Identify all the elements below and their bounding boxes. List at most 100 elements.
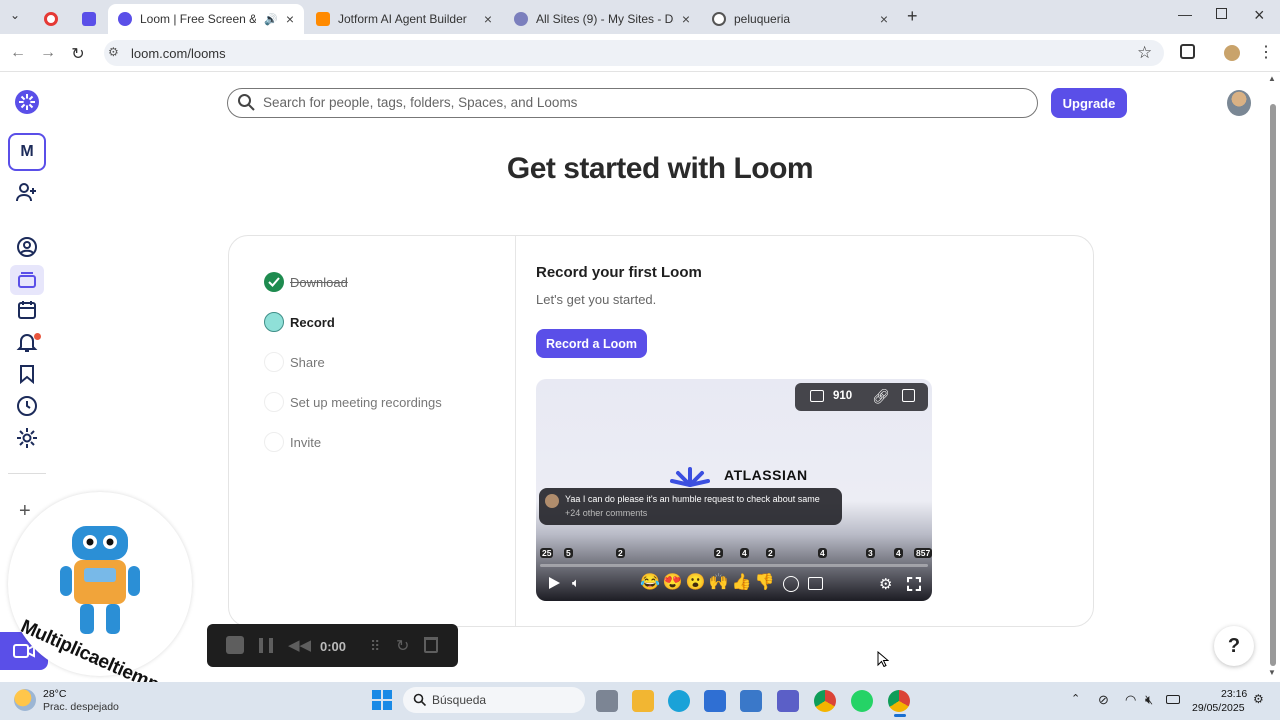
add-reaction-icon[interactable] [783,576,799,592]
network-status-icon[interactable]: ⊘ [1098,692,1109,708]
notifications-icon[interactable]: ⚙ [1253,692,1264,706]
reaction-timeline[interactable]: 25 5 2 2 4 2 4 3 4 857 [536,546,932,564]
tab-pinned-2[interactable] [72,4,106,34]
new-tab-icon[interactable]: + [907,6,918,27]
minimize-window-icon[interactable]: — [1178,6,1192,22]
windows-start-icon[interactable] [372,690,392,710]
address-bar[interactable] [104,40,1164,66]
close-tab-icon[interactable]: × [484,11,492,27]
browser-menu-icon[interactable]: ⋮ [1258,42,1274,62]
loom-logo-icon[interactable] [14,89,40,115]
delete-icon[interactable] [424,637,438,653]
reaction-count[interactable]: 5 [564,548,573,558]
emoji-reaction-button[interactable]: 😍 [663,572,683,592]
emoji-reaction-button[interactable]: 🙌 [709,572,729,592]
scroll-down-icon[interactable]: ▼ [1268,668,1276,677]
grid-icon[interactable]: ⠿ [370,638,380,655]
volume-muted-icon[interactable]: 🔇︎ [1145,692,1153,708]
user-profile-icon[interactable] [14,234,40,260]
comment-icon[interactable] [808,577,823,590]
taskbar-search-input[interactable]: Búsqueda [432,693,486,707]
task-view-icon[interactable] [596,690,618,712]
calendar-icon[interactable] [14,297,40,323]
emoji-reaction-button[interactable]: 😮 [686,572,706,592]
bookmark-star-icon[interactable]: ☆ [1137,43,1152,63]
play-icon[interactable] [547,576,561,595]
reaction-count[interactable]: 25 [540,548,554,558]
close-tab-icon[interactable]: × [286,11,294,27]
reaction-count[interactable]: 2 [766,548,775,558]
audio-playing-icon[interactable]: 🔊 [264,13,278,26]
whatsapp-icon[interactable] [851,690,873,712]
reload-icon[interactable]: ↻ [68,44,88,64]
mcafee-app-icon[interactable] [740,690,762,712]
teams-icon[interactable] [777,690,799,712]
upgrade-button[interactable]: Upgrade [1051,88,1127,118]
comments-icon[interactable] [810,390,824,402]
reaction-count[interactable]: 4 [894,548,903,558]
rewind-icon[interactable]: ◀◀ [288,636,311,654]
microsoft-store-icon[interactable] [704,690,726,712]
page-scrollbar[interactable] [1270,104,1276,666]
profile-avatar-icon[interactable] [1224,45,1240,61]
weather-icon[interactable] [14,689,36,711]
settings-gear-icon[interactable] [14,425,40,451]
wifi-icon[interactable]: ◠ [1125,692,1136,708]
back-icon[interactable]: ← [8,44,28,62]
weather-temp[interactable]: 28°C [43,688,66,700]
reaction-count[interactable]: 3 [866,548,875,558]
chrome-icon[interactable] [814,690,836,712]
progress-track[interactable] [540,564,928,567]
tab-peluqueria[interactable]: peluqueria × [702,4,898,34]
show-hidden-icons[interactable]: ⌃ [1071,692,1080,705]
extensions-icon[interactable] [1180,44,1195,59]
close-window-icon[interactable]: × [1254,5,1265,26]
emoji-reaction-button[interactable]: 😂 [640,572,660,592]
tab-pinned-1[interactable] [36,4,66,34]
reaction-count[interactable]: 4 [740,548,749,558]
help-button[interactable]: ? [1214,626,1254,666]
forward-icon[interactable]: → [38,44,58,62]
tab-loom[interactable]: Loom | Free Screen & Video 🔊 × [108,4,304,34]
fullscreen-icon[interactable] [907,577,921,591]
weather-desc[interactable]: Prac. despejado [43,701,119,713]
file-explorer-icon[interactable] [632,690,654,712]
step-meeting-recordings[interactable]: Set up meeting recordings [264,391,442,413]
url-text[interactable]: loom.com/looms [131,46,226,61]
close-tab-icon[interactable]: × [880,11,888,27]
tab-jotform[interactable]: Jotform AI Agent Builder × [306,4,502,34]
reaction-count[interactable]: 4 [818,548,827,558]
library-icon[interactable] [10,265,44,295]
volume-icon[interactable]: 🔈︎ [572,575,580,591]
maximize-window-icon[interactable] [1216,8,1227,19]
history-clock-icon[interactable] [14,393,40,419]
add-icon[interactable]: + [19,500,31,523]
video-player[interactable]: 910 🔗︎ ATLASSIAN Yaa I can do please it'… [536,379,932,601]
video-settings-icon[interactable]: ⚙ [879,575,892,593]
site-info-icon[interactable]: ⚙ [108,45,119,59]
chrome-profile-icon[interactable] [888,690,910,712]
stop-recording-icon[interactable] [226,636,244,654]
reaction-count[interactable]: 2 [714,548,723,558]
reaction-count[interactable]: 2 [616,548,625,558]
clock-date[interactable]: 29/05/2025 [1192,702,1245,714]
step-share[interactable]: Share [264,351,325,373]
step-record[interactable]: Record [264,311,335,333]
record-a-loom-button[interactable]: Record a Loom [536,329,647,358]
emoji-reaction-button[interactable]: 👎 [755,572,775,592]
bookmark-icon[interactable] [14,361,40,387]
clock-time[interactable]: 23:16 [1221,688,1247,700]
taskbar-search-box[interactable] [403,687,585,713]
emoji-reaction-button[interactable]: 👍 [732,572,752,592]
tab-list-chevron-icon[interactable]: ⌄ [10,8,20,22]
edge-browser-icon[interactable] [668,690,690,712]
user-avatar[interactable] [1227,90,1251,116]
reaction-count[interactable]: 857 [914,548,932,558]
restart-icon[interactable]: ↻ [396,636,409,656]
scroll-up-icon[interactable]: ▲ [1268,74,1276,83]
step-download[interactable]: Download [264,271,348,293]
battery-icon[interactable] [1166,695,1180,704]
step-invite[interactable]: Invite [264,431,321,453]
tab-wordpress[interactable]: All Sites (9) - My Sites - Dashbo × [504,4,700,34]
open-external-icon[interactable] [902,389,915,402]
